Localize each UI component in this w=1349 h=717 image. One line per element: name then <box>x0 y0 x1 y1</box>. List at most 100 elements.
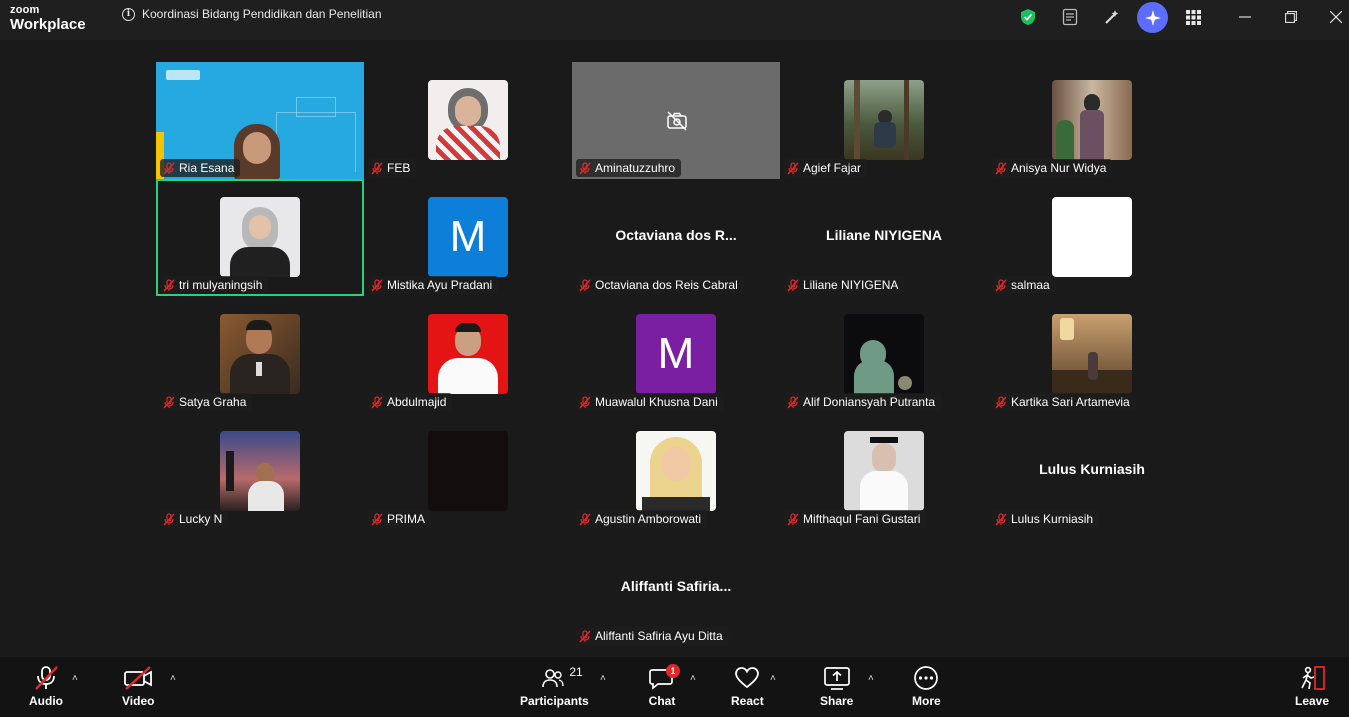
participant-label: PRIMA <box>368 510 432 528</box>
magic-pen-icon[interactable] <box>1102 6 1122 28</box>
video-tile[interactable]: Abdulmajid <box>364 296 572 413</box>
chat-label: Chat <box>648 694 676 708</box>
share-button[interactable]: Share <box>820 665 853 708</box>
restore-icon[interactable] <box>1282 6 1300 28</box>
participant-name: Abdulmajid <box>387 395 447 409</box>
participants-label: Participants <box>520 694 589 708</box>
mic-off-icon <box>579 512 591 525</box>
shield-check-icon[interactable] <box>1018 6 1038 28</box>
mic-off-icon <box>35 666 58 690</box>
participants-button[interactable]: 21 Participants <box>520 665 589 708</box>
more-icon <box>914 666 939 690</box>
mic-off-icon <box>787 278 799 291</box>
participant-name: Mifthaqul Fani Gustari <box>803 512 921 526</box>
meeting-info-button[interactable]: i Koordinasi Bidang Pendidikan dan Penel… <box>122 7 382 21</box>
audio-options-chevron-icon[interactable]: ˄ <box>72 673 78 684</box>
participant-label: Agief Fajar <box>784 159 868 177</box>
ai-companion-icon[interactable] <box>1137 2 1168 33</box>
video-tile[interactable]: Kartika Sari Artamevia <box>988 296 1196 413</box>
meeting-title: Koordinasi Bidang Pendidikan dan Penelit… <box>142 7 382 21</box>
apps-grid-icon[interactable] <box>1184 6 1202 28</box>
mic-off-icon <box>163 278 175 291</box>
share-options-chevron-icon[interactable]: ˄ <box>868 673 874 684</box>
chat-options-chevron-icon[interactable]: ˄ <box>690 673 696 684</box>
mic-off-icon <box>371 395 383 408</box>
video-tile[interactable]: Lulus Kurniasih Lulus Kurniasih <box>988 413 1196 530</box>
participant-label: Aminatuzzuhro <box>576 159 682 177</box>
video-tile[interactable]: Agustin Amborowati <box>572 413 780 530</box>
video-tile[interactable]: PRIMA <box>364 413 572 530</box>
video-tile[interactable]: Anisya Nur Widya <box>988 62 1196 179</box>
video-tile[interactable]: Liliane NIYIGENA Liliane NIYIGENA <box>780 179 988 296</box>
video-tile[interactable]: M Muawalul Khusna Dani <box>572 296 780 413</box>
participant-name: salmaa <box>1011 278 1050 292</box>
participants-options-chevron-icon[interactable]: ˄ <box>600 673 606 684</box>
video-tile[interactable]: Mifthaqul Fani Gustari <box>780 413 988 530</box>
participant-name: Anisya Nur Widya <box>1011 161 1107 175</box>
mic-off-icon <box>995 395 1007 408</box>
participant-label: Ria Esana <box>160 159 241 177</box>
logo-line-1: zoom <box>10 4 40 16</box>
gallery-view: Ria Esana FEB Aminatuzzuhro Agief Fajar … <box>0 40 1349 657</box>
camera-off-icon <box>124 666 153 690</box>
video-tile[interactable]: Lucky N <box>156 413 364 530</box>
avatar: M <box>428 197 508 277</box>
participant-display-name: Octaviana dos R... <box>615 227 737 243</box>
mic-off-icon <box>995 512 1007 525</box>
video-tile[interactable]: Agief Fajar <box>780 62 988 179</box>
participant-name: Lucky N <box>179 512 223 526</box>
leave-label: Leave <box>1295 694 1330 708</box>
participant-photo <box>844 431 924 511</box>
participant-photo <box>636 431 716 511</box>
minimize-icon[interactable] <box>1236 6 1254 28</box>
participant-label: FEB <box>368 159 417 177</box>
mic-off-icon <box>787 395 799 408</box>
video-tile[interactable]: salmaa <box>988 179 1196 296</box>
react-button[interactable]: React <box>731 665 764 708</box>
more-button[interactable]: More <box>912 665 941 708</box>
video-tile[interactable]: Octaviana dos R... Octaviana dos Reis Ca… <box>572 179 780 296</box>
video-options-chevron-icon[interactable]: ˄ <box>170 673 176 684</box>
video-tile[interactable]: M Mistika Ayu Pradani <box>364 179 572 296</box>
mic-off-icon <box>579 629 591 642</box>
audio-label: Audio <box>29 694 63 708</box>
title-bar: zoom Workplace i Koordinasi Bidang Pendi… <box>0 0 1349 40</box>
participant-name: Agustin Amborowati <box>595 512 702 526</box>
participant-label: Octaviana dos Reis Cabral <box>576 276 744 294</box>
leave-button[interactable]: Leave <box>1295 665 1329 708</box>
participant-photo <box>220 197 300 277</box>
participant-photo <box>220 314 300 394</box>
video-tile[interactable]: Aliffanti Safiria... Aliffanti Safiria A… <box>572 530 780 647</box>
participant-photo <box>428 80 508 160</box>
mic-off-icon <box>579 161 591 174</box>
react-options-chevron-icon[interactable]: ˄ <box>770 673 776 684</box>
video-tile[interactable]: Satya Graha <box>156 296 364 413</box>
mic-off-icon <box>787 161 799 174</box>
participant-photo <box>844 314 924 394</box>
share-label: Share <box>820 694 854 708</box>
participant-label: Abdulmajid <box>368 393 453 411</box>
participant-name: Satya Graha <box>179 395 247 409</box>
participant-name: Octaviana dos Reis Cabral <box>595 278 738 292</box>
chat-unread-badge: 1 <box>666 664 680 678</box>
close-icon[interactable] <box>1327 6 1345 28</box>
mic-off-icon <box>787 512 799 525</box>
participant-label: Lulus Kurniasih <box>992 510 1100 528</box>
participant-photo <box>428 431 508 511</box>
participant-name: Mistika Ayu Pradani <box>387 278 493 292</box>
mic-off-icon <box>371 278 383 291</box>
participant-label: Alif Doniansyah Putranta <box>784 393 942 411</box>
participant-name: Agief Fajar <box>803 161 862 175</box>
video-tile[interactable]: Ria Esana <box>156 62 364 179</box>
mic-off-icon <box>995 161 1007 174</box>
video-tile[interactable]: Aminatuzzuhro <box>572 62 780 179</box>
video-button[interactable]: Video <box>122 665 154 708</box>
notes-icon[interactable] <box>1060 6 1080 28</box>
chat-button[interactable]: 1 Chat <box>648 664 680 708</box>
mic-off-icon <box>163 161 175 174</box>
video-tile-active-speaker[interactable]: tri mulyaningsih <box>156 179 364 296</box>
participant-name: tri mulyaningsih <box>179 278 263 292</box>
video-tile[interactable]: Alif Doniansyah Putranta <box>780 296 988 413</box>
audio-button[interactable]: Audio <box>29 665 63 708</box>
video-tile[interactable]: FEB <box>364 62 572 179</box>
